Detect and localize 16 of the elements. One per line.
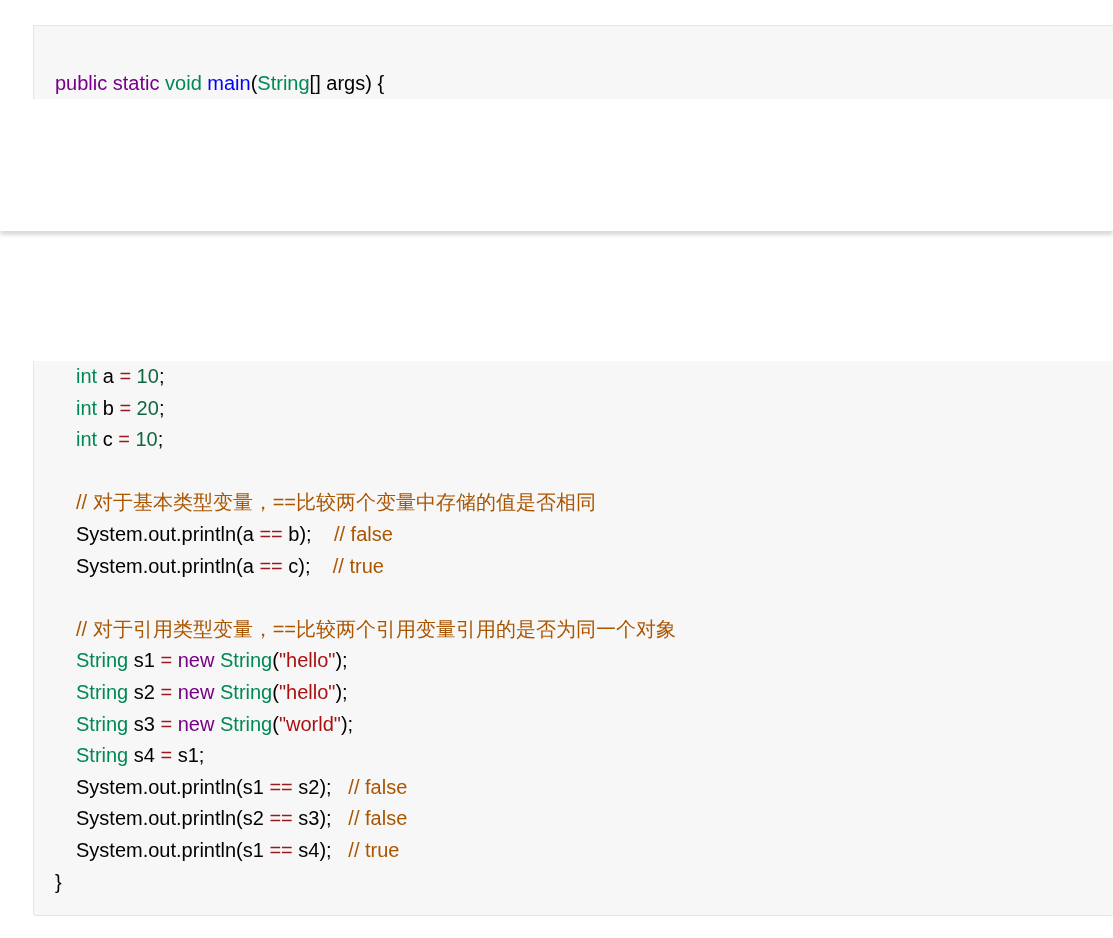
code-line: String s4 = s1; (76, 743, 205, 769)
code-line: System.out.println(a == b); // false (76, 521, 393, 547)
code-line: System.out.println(s1 == s4); // true (76, 837, 400, 863)
code-line: } (55, 869, 62, 895)
code-line: System.out.println(s1 == s2); // false (76, 774, 408, 800)
code-line: public static void main(String[] args) { (55, 71, 385, 96)
code-line: String s1 = new String("hello"); (76, 648, 348, 674)
code-line: System.out.println(s2 == s3); // false (76, 806, 408, 832)
code-line: int a = 10; (76, 364, 165, 389)
code-line: String s2 = new String("hello"); (76, 679, 348, 705)
code-line: int c = 10; (76, 427, 164, 453)
code-line: System.out.println(a == c); // true (76, 553, 384, 579)
code-line: String s3 = new String("world"); (76, 711, 354, 737)
code-line: // 对于引用类型变量，==比较两个引用变量引用的是否为同一个对象 (76, 616, 677, 642)
code-line: int b = 20; (76, 395, 165, 421)
code-line: // 对于基本类型变量，==比较两个变量中存储的值是否相同 (76, 490, 597, 516)
